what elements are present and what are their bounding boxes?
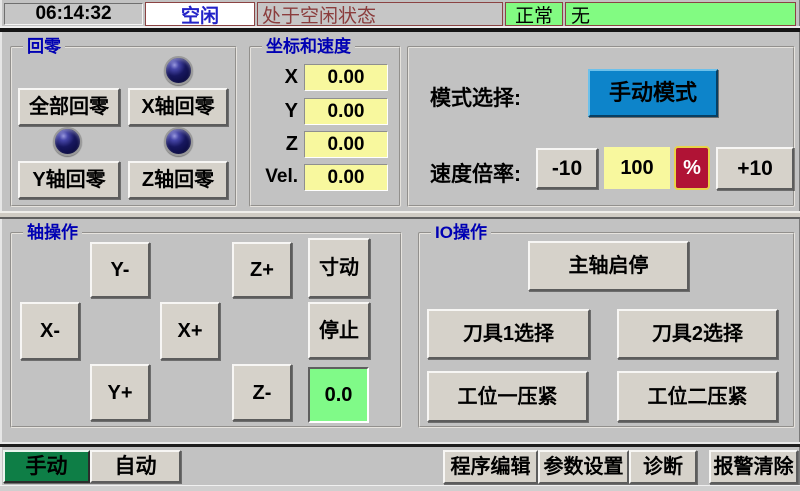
station1-clamp-button[interactable]: 工位一压紧 [427, 371, 588, 422]
home-x-button[interactable]: X轴回零 [128, 88, 228, 126]
jog-x-plus-button[interactable]: X+ [160, 302, 220, 360]
io-ops-title: IO操作 [431, 223, 491, 243]
jog-y-minus-button[interactable]: Y- [90, 242, 150, 298]
coord-label-x: X [262, 64, 298, 90]
coord-value-x: 0.00 [304, 64, 388, 91]
coord-label-y: Y [262, 98, 298, 124]
nav-program-edit-button[interactable]: 程序编辑 [443, 450, 538, 484]
nav-manual-button[interactable]: 手动 [3, 450, 90, 483]
nav-alarm-clear-button[interactable]: 报警清除 [709, 450, 798, 484]
speed-plus-button[interactable]: +10 [716, 147, 794, 190]
tool1-select-button[interactable]: 刀具1选择 [427, 309, 590, 359]
coord-label-vel: Vel. [250, 164, 298, 190]
nav-diagnose-button[interactable]: 诊断 [629, 450, 697, 484]
homing-group-title: 回零 [23, 37, 65, 57]
bottom-strip [0, 485, 800, 491]
home-y-button[interactable]: Y轴回零 [18, 161, 120, 199]
step-value-display: 0.0 [308, 367, 369, 423]
jog-x-minus-button[interactable]: X- [20, 302, 80, 360]
nav-param-settings-button[interactable]: 参数设置 [538, 450, 629, 484]
coord-value-y: 0.00 [304, 98, 388, 125]
z-home-led-icon [164, 127, 193, 156]
manual-mode-button[interactable]: 手动模式 [588, 69, 718, 117]
tool2-select-button[interactable]: 刀具2选择 [617, 309, 778, 359]
inch-mode-button[interactable]: 寸动 [308, 238, 370, 298]
coord-value-z: 0.00 [304, 131, 388, 158]
coord-label-z: Z [262, 131, 298, 157]
speed-minus-button[interactable]: -10 [536, 148, 598, 189]
station2-clamp-button[interactable]: 工位二压紧 [617, 371, 778, 422]
section-divider [0, 211, 800, 219]
percent-unit-badge: % [674, 146, 710, 190]
x-home-led-icon [164, 56, 193, 85]
home-all-button[interactable]: 全部回零 [18, 88, 120, 126]
jog-z-minus-button[interactable]: Z- [232, 364, 292, 421]
axis-ops-title: 轴操作 [23, 223, 82, 243]
jog-z-plus-button[interactable]: Z+ [232, 242, 292, 298]
nav-auto-button[interactable]: 自动 [90, 450, 181, 483]
coords-group-title: 坐标和速度 [262, 37, 355, 57]
clock: 06:14:32 [4, 3, 143, 25]
home-z-button[interactable]: Z轴回零 [128, 161, 228, 199]
jog-y-plus-button[interactable]: Y+ [90, 364, 150, 421]
machine-state-badge: 空闲 [145, 2, 255, 26]
hmi-screen: 06:14:32 空闲 处于空闲状态 正常 无 回零 全部回零 X轴回零 Y轴回… [0, 0, 800, 491]
speed-value: 100 [604, 147, 670, 189]
alarm-message: 无 [565, 2, 796, 26]
state-description: 处于空闲状态 [257, 2, 503, 26]
alarm-status-badge: 正常 [505, 2, 563, 26]
nav-divider-dark [0, 444, 800, 447]
speed-override-label: 速度倍率: [430, 158, 521, 188]
spindle-toggle-button[interactable]: 主轴启停 [528, 241, 689, 291]
y-home-led-icon [53, 127, 82, 156]
coord-value-vel: 0.00 [304, 164, 388, 191]
mode-select-label: 模式选择: [430, 82, 521, 112]
divider-dark [0, 28, 800, 32]
stop-button[interactable]: 停止 [308, 302, 370, 359]
